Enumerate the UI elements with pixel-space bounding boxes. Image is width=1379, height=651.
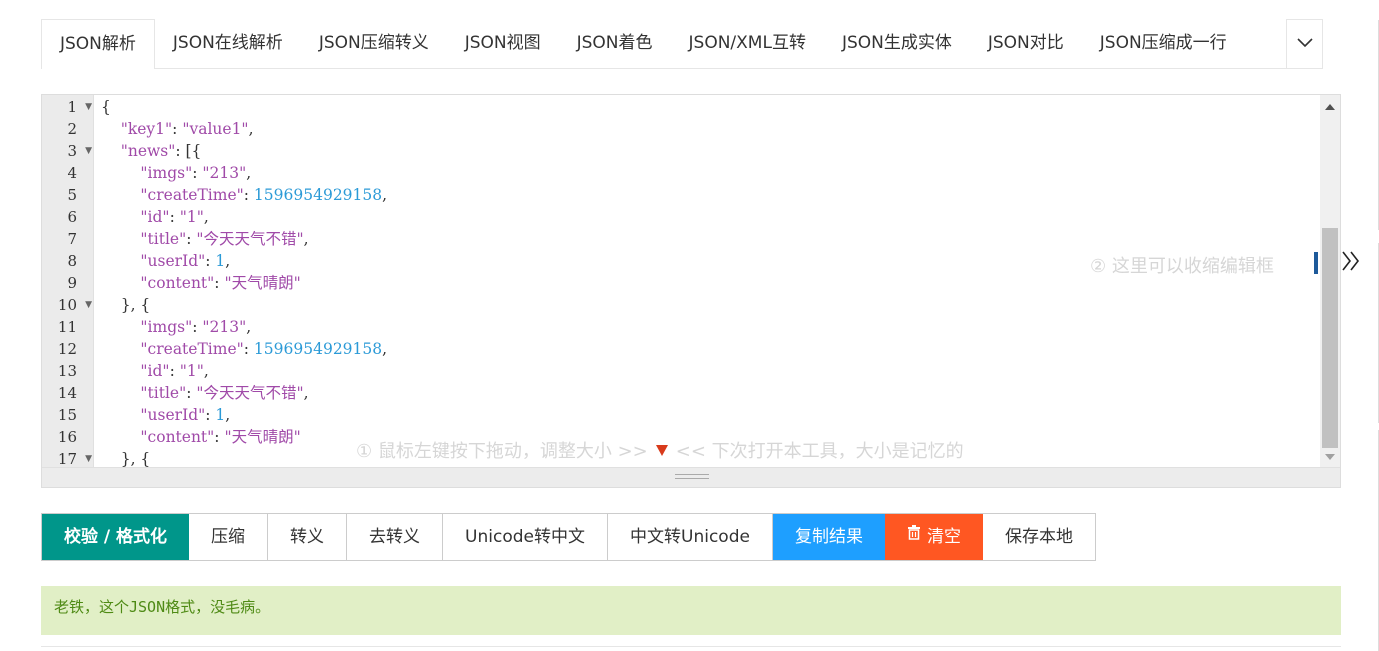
code-area[interactable]: { "key1": "value1", "news": [{ "imgs": "… xyxy=(101,95,1316,469)
line-number-gutter: 1 ▼ 2 3 ▼ 4 5 6 7 8 9 10 ▼ 11 12 13 14 15 16 17 ▼ xyxy=(42,95,94,469)
line-number-text: 7 xyxy=(67,230,77,248)
unicode-to-chinese-button[interactable]: Unicode转中文 xyxy=(443,514,608,560)
code-line: }, { xyxy=(101,296,151,314)
escape-button[interactable]: 转义 xyxy=(268,514,348,560)
line-number-text: 5 xyxy=(67,186,77,204)
tab-json-compress-escape[interactable]: JSON压缩转义 xyxy=(301,19,447,69)
line-number: 9 xyxy=(42,272,94,294)
code-line: "imgs": "213", xyxy=(140,164,252,182)
code-line: "imgs": "213", xyxy=(140,318,252,336)
line-number-text: 12 xyxy=(57,340,77,358)
fold-arrow-icon[interactable]: ▼ xyxy=(85,96,92,118)
line-number-text: 13 xyxy=(57,362,77,380)
line-number: 10 ▼ xyxy=(42,294,94,316)
resize-hint: ① 鼠标左键按下拖动，调整大小 >> << 下次打开本工具，大小是记忆的 xyxy=(356,437,964,463)
fold-arrow-icon[interactable]: ▼ xyxy=(85,294,92,316)
line-number: 15 xyxy=(42,404,94,426)
resize-hint-right: << 下次打开本工具，大小是记忆的 xyxy=(675,441,964,462)
line-number: 3 ▼ xyxy=(42,140,94,162)
line-number-text: 3 xyxy=(67,142,77,160)
line-number-text: 2 xyxy=(67,120,77,138)
tab-json-entity[interactable]: JSON生成实体 xyxy=(824,19,970,69)
tab-list: JSON解析 JSON在线解析 JSON压缩转义 JSON视图 JSON着色 J… xyxy=(41,19,1286,69)
code-line: "createTime": 1596954929158, xyxy=(140,340,388,358)
double-chevron-right-icon xyxy=(1342,251,1360,271)
fold-arrow-icon[interactable]: ▼ xyxy=(85,140,92,162)
vertical-scrollbar[interactable] xyxy=(1320,95,1340,469)
line-number-text: 10 xyxy=(57,296,77,314)
code-line: "news": [{ xyxy=(120,142,202,160)
code-line: }, { xyxy=(101,450,151,468)
collapse-hint: ② 这里可以收缩编辑框 xyxy=(1090,256,1274,277)
tab-json-online-parse[interactable]: JSON在线解析 xyxy=(155,19,301,69)
collapse-editor-button[interactable] xyxy=(1340,247,1362,280)
clear-button-label: 清空 xyxy=(926,527,961,547)
code-line: "id": "1", xyxy=(140,362,209,380)
code-line: "title": "今天天气不错", xyxy=(140,230,309,248)
tab-json-parse[interactable]: JSON解析 xyxy=(41,19,155,69)
trash-icon xyxy=(907,512,921,558)
line-number-text: 8 xyxy=(67,252,77,270)
line-number: 7 xyxy=(42,228,94,250)
code-line: "id": "1", xyxy=(140,208,209,226)
line-number: 16 xyxy=(42,426,94,448)
code-line: "content": "天气晴朗" xyxy=(140,428,301,446)
tool-tab-bar: JSON解析 JSON在线解析 JSON压缩转义 JSON视图 JSON着色 J… xyxy=(41,19,1323,69)
tab-json-view[interactable]: JSON视图 xyxy=(447,19,559,69)
json-editor[interactable]: 1 ▼ 2 3 ▼ 4 5 6 7 8 9 10 ▼ 11 12 13 14 15 16 17 ▼ { "key1": … xyxy=(41,94,1341,488)
validation-result: 老铁，这个JSON格式，没毛病。 xyxy=(41,586,1341,635)
code-line: "createTime": 1596954929158, xyxy=(140,186,388,204)
code-line: "key1": "value1", xyxy=(120,120,254,138)
tab-json-color[interactable]: JSON着色 xyxy=(559,19,671,69)
scroll-down-icon[interactable] xyxy=(1325,454,1335,460)
code-line: { xyxy=(101,98,111,116)
code-line: "title": "今天天气不错", xyxy=(140,384,309,402)
line-number: 8 xyxy=(42,250,94,272)
resize-grip-icon[interactable] xyxy=(675,474,709,479)
tab-json-compare[interactable]: JSON对比 xyxy=(970,19,1082,69)
line-number: 4 xyxy=(42,162,94,184)
line-number-text: 15 xyxy=(57,406,77,424)
line-number: 6 xyxy=(42,206,94,228)
action-button-group: 校验 / 格式化 压缩 转义 去转义 Unicode转中文 中文转Unicode… xyxy=(41,513,1096,561)
tab-json-one-line[interactable]: JSON压缩成一行 xyxy=(1082,19,1245,69)
collapse-handle[interactable] xyxy=(1314,252,1318,274)
copy-result-button[interactable]: 复制结果 xyxy=(772,514,885,560)
output-panel-border xyxy=(41,646,1341,647)
drag-marker-icon xyxy=(655,444,668,456)
line-number: 12 xyxy=(42,338,94,360)
line-number: 13 xyxy=(42,360,94,382)
chevron-down-icon xyxy=(1296,35,1314,53)
line-number: 5 xyxy=(42,184,94,206)
tab-json-xml-convert[interactable]: JSON/XML互转 xyxy=(671,19,824,69)
line-number-text: 14 xyxy=(57,384,77,402)
tab-more-button[interactable] xyxy=(1286,19,1323,69)
line-number-text: 9 xyxy=(67,274,77,292)
resize-hint-left: ① 鼠标左键按下拖动，调整大小 >> xyxy=(356,441,648,462)
code-line: "content": "天气晴朗" xyxy=(140,274,301,292)
code-line: "userId": 1, xyxy=(140,406,231,424)
line-number-text: 6 xyxy=(67,208,77,226)
save-local-button[interactable]: 保存本地 xyxy=(982,514,1095,560)
format-button[interactable]: 校验 / 格式化 xyxy=(42,514,190,560)
line-number-text: 11 xyxy=(57,318,77,336)
scroll-up-icon[interactable] xyxy=(1325,104,1335,110)
compress-button[interactable]: 压缩 xyxy=(189,514,269,560)
scrollbar-thumb[interactable] xyxy=(1322,228,1338,448)
editor-resize-bar[interactable] xyxy=(42,467,1340,487)
chinese-to-unicode-button[interactable]: 中文转Unicode xyxy=(608,514,773,560)
line-number-text: 4 xyxy=(67,164,77,182)
line-number-text: 1 xyxy=(67,98,77,116)
clear-button[interactable]: 清空 xyxy=(884,512,983,560)
code-line: "userId": 1, xyxy=(140,252,231,270)
line-number-text: 16 xyxy=(57,428,77,446)
line-number: 14 xyxy=(42,382,94,404)
line-number: 11 xyxy=(42,316,94,338)
line-number: 2 xyxy=(42,118,94,140)
unescape-button[interactable]: 去转义 xyxy=(347,514,444,560)
line-number: 1 ▼ xyxy=(42,96,94,118)
